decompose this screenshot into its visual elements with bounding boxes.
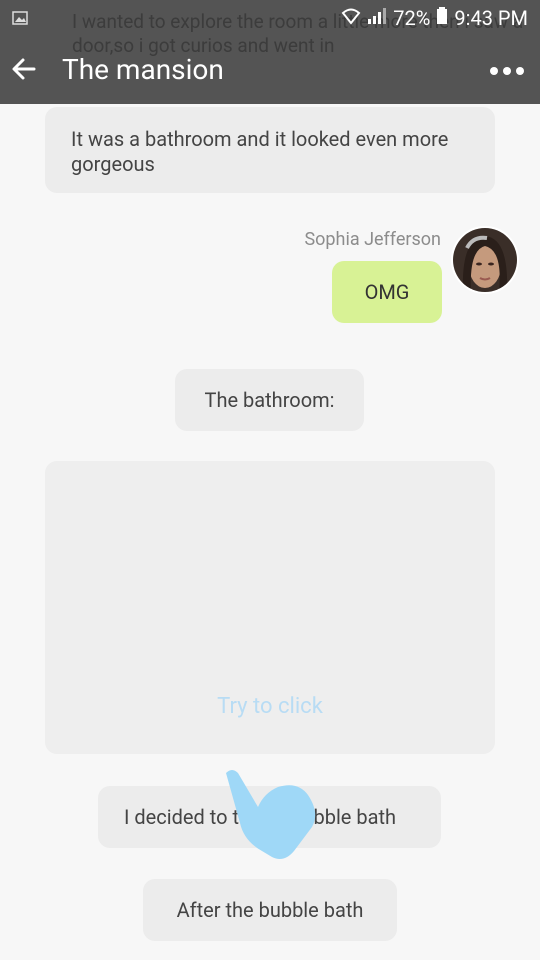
status-bar: 72% 9:43 PM: [341, 6, 528, 30]
signal-icon: [367, 6, 387, 30]
avatar[interactable]: [451, 226, 519, 294]
image-placeholder[interactable]: Try to click: [45, 461, 495, 754]
try-to-click-hint: Try to click: [217, 694, 323, 719]
tap-hand-icon: [222, 765, 322, 869]
wifi-icon: [341, 6, 361, 30]
sender-name: Sophia Jefferson: [304, 229, 441, 250]
clock: 9:43 PM: [454, 6, 528, 30]
message-bubble: After the bubble bath: [143, 879, 397, 941]
page-title: The mansion: [62, 53, 224, 86]
message-bubble: It was a bathroom and it looked even mor…: [45, 107, 495, 193]
message-bubble: The bathroom:: [175, 369, 364, 431]
battery-icon: [436, 6, 448, 30]
more-options-icon[interactable]: [488, 62, 526, 81]
battery-percent: 72%: [393, 6, 431, 30]
back-arrow-icon[interactable]: [10, 55, 38, 87]
own-message-bubble: OMG: [332, 261, 442, 323]
gallery-icon: [12, 10, 28, 29]
